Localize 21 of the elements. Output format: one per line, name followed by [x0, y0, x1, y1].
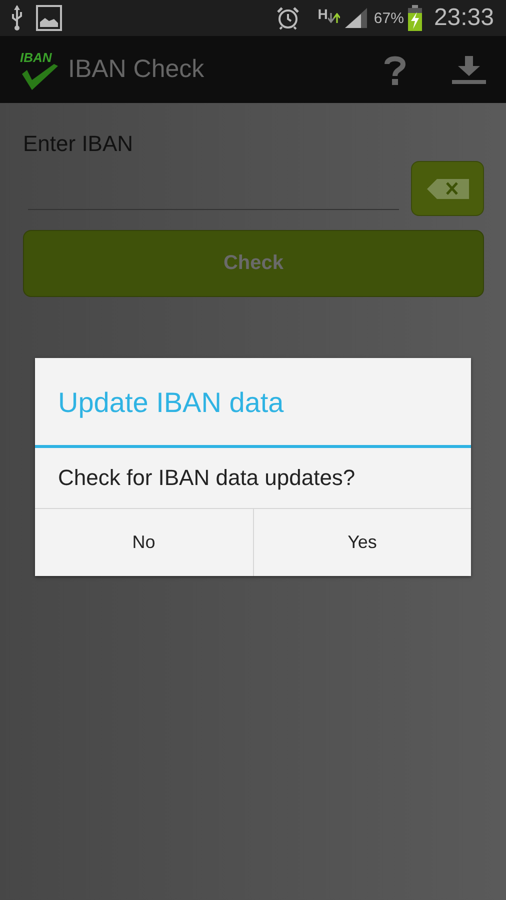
dialog-button[interactable]: Yes — [252, 509, 471, 576]
download-button[interactable] — [452, 56, 486, 84]
network-type: H — [318, 6, 328, 22]
battery-charging-icon — [408, 5, 422, 31]
question-mark-icon — [384, 54, 406, 84]
dialog-title: Update IBAN data — [35, 358, 471, 448]
dialog-button[interactable]: No — [35, 509, 252, 576]
backspace-icon — [426, 178, 468, 198]
app-title: IBAN Check — [68, 55, 204, 84]
signal-icon — [344, 7, 368, 29]
app-logo: IBAN — [18, 48, 62, 92]
battery-percentage: 67% — [374, 10, 404, 26]
download-icon — [452, 56, 486, 84]
data-arrows-icon — [328, 13, 340, 23]
clock-time: 23:33 — [434, 4, 494, 32]
field-label: Enter IBAN — [23, 131, 134, 157]
usb-icon — [10, 5, 24, 31]
help-button[interactable] — [384, 54, 406, 84]
image-icon — [36, 5, 62, 31]
clear-button[interactable] — [411, 161, 484, 216]
alarm-clock-icon — [276, 6, 300, 30]
